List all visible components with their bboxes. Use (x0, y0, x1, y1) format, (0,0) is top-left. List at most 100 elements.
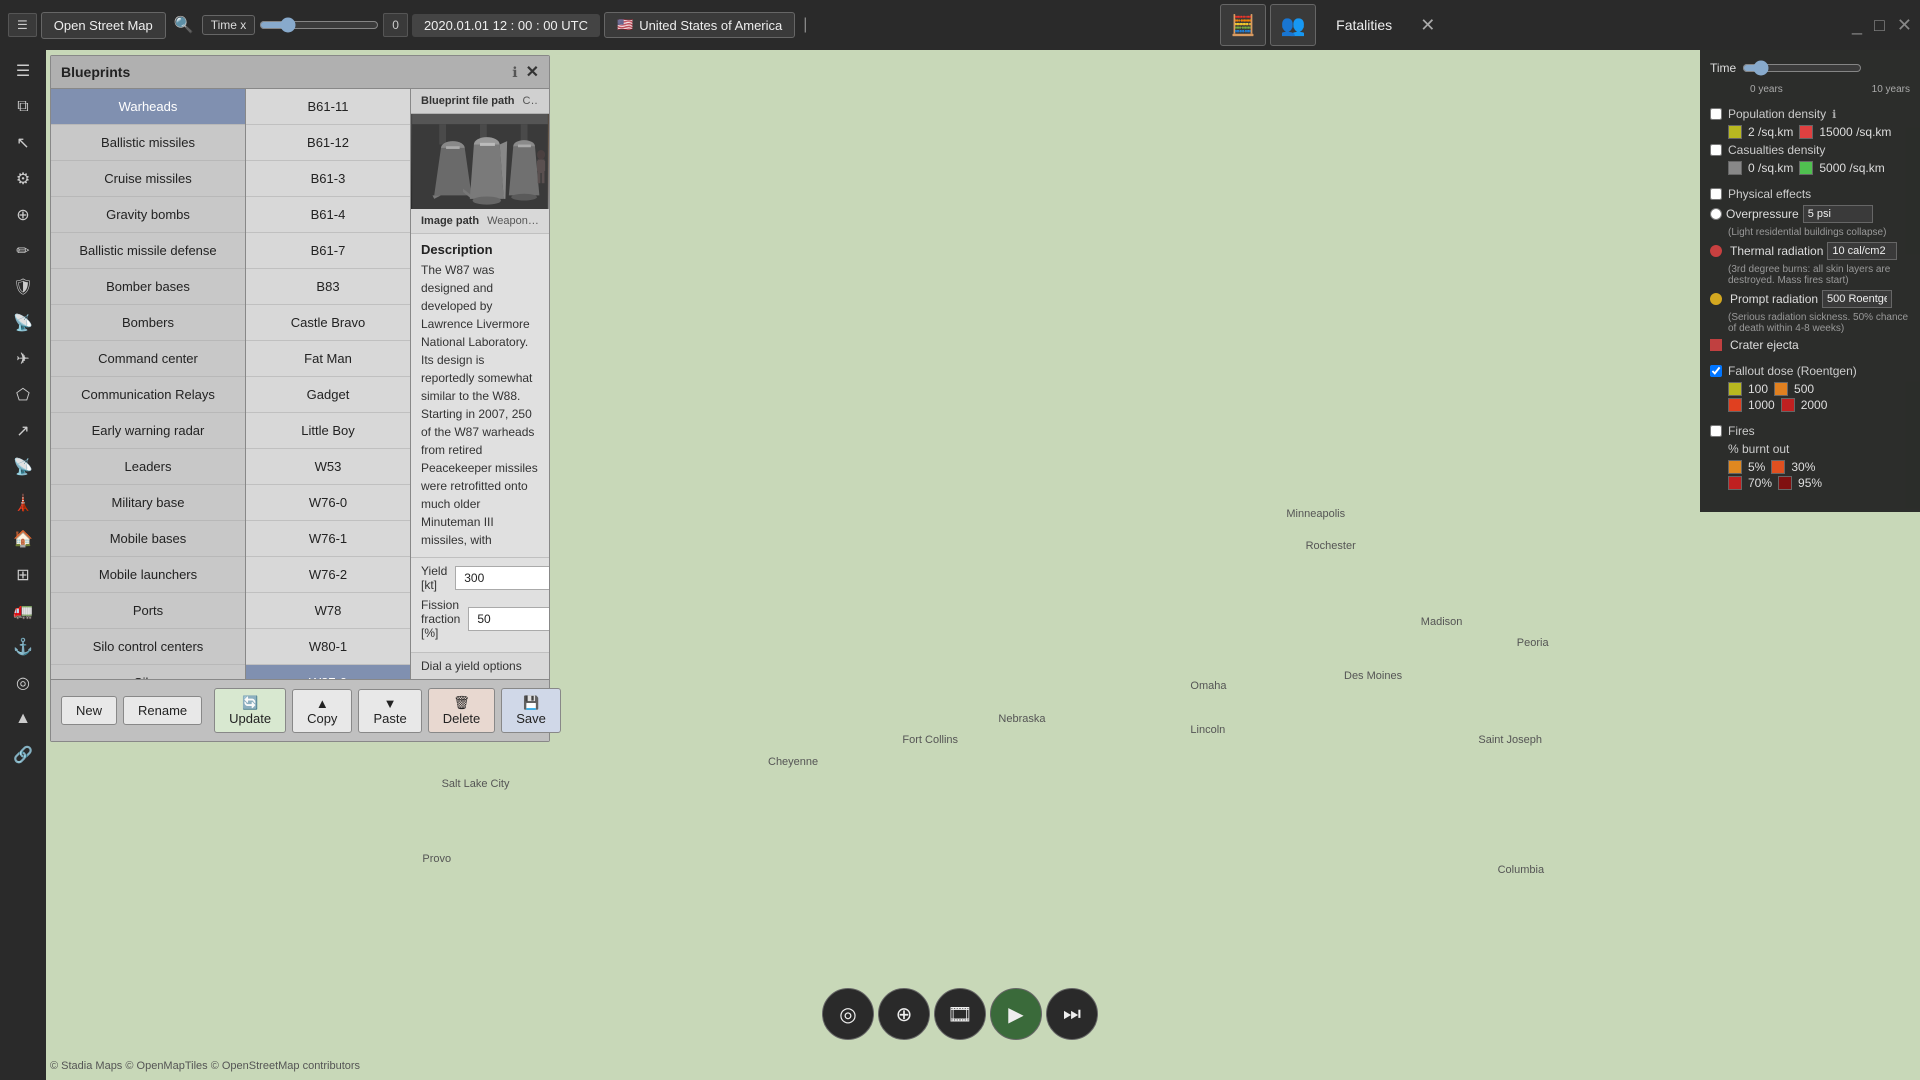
arrow-icon[interactable]: ↗ (5, 414, 41, 448)
warhead-item-15[interactable]: W80-1 (246, 629, 410, 665)
category-item-12[interactable]: Mobile bases (51, 521, 245, 557)
category-item-10[interactable]: Leaders (51, 449, 245, 485)
warhead-item-7[interactable]: Fat Man (246, 341, 410, 377)
physical-effects-checkbox[interactable] (1710, 188, 1722, 200)
warhead-item-16[interactable]: W87-0 (246, 665, 410, 679)
category-item-13[interactable]: Mobile launchers (51, 557, 245, 593)
population-info-icon[interactable]: ℹ (1832, 108, 1836, 121)
blueprint-close-button[interactable]: ✕ (526, 62, 539, 82)
category-item-8[interactable]: Communication Relays (51, 377, 245, 413)
satellite-icon[interactable]: 📡 (5, 306, 41, 340)
warhead-item-14[interactable]: W78 (246, 593, 410, 629)
cursor-icon[interactable]: ↖ (5, 126, 41, 160)
density-15000-swatch (1799, 125, 1813, 139)
tower-icon[interactable]: 🗼 (5, 486, 41, 520)
radar-icon[interactable]: 📡 (5, 450, 41, 484)
density-5000-swatch (1799, 161, 1813, 175)
settings-icon[interactable]: ⚙ (5, 162, 41, 196)
maximize-button[interactable]: □ (1874, 15, 1885, 36)
minimize-button[interactable]: _ (1852, 15, 1862, 36)
warhead-item-6[interactable]: Castle Bravo (246, 305, 410, 341)
fallout-checkbox[interactable] (1710, 365, 1722, 377)
yield-input[interactable] (455, 566, 549, 590)
close-app-button[interactable]: ✕ (1897, 15, 1912, 36)
category-item-14[interactable]: Ports (51, 593, 245, 629)
dial-yield-section[interactable]: Dial a yield options (411, 652, 549, 679)
thermal-input[interactable] (1827, 242, 1897, 260)
target-button[interactable]: ◎ (822, 988, 874, 1040)
update-button[interactable]: 🔄 Update (214, 688, 286, 733)
time-max-label: 10 years (1872, 84, 1910, 95)
network-icon[interactable]: 🔗 (5, 738, 41, 772)
blueprint-info-button[interactable]: ℹ (512, 64, 517, 81)
delete-button[interactable]: 🗑 Delete (428, 688, 496, 733)
overpressure-input[interactable] (1803, 205, 1873, 223)
crosshair-button[interactable]: ⊕ (878, 988, 930, 1040)
film-button[interactable]: 🎞 (934, 988, 986, 1040)
copy-button[interactable]: ▲ Copy (292, 689, 352, 733)
category-item-15[interactable]: Silo control centers (51, 629, 245, 665)
category-item-16[interactable]: Silos (51, 665, 245, 679)
shield-icon[interactable]: 🛡 (5, 270, 41, 304)
fission-input[interactable] (468, 607, 549, 631)
skip-button[interactable]: ⏭ (1046, 988, 1098, 1040)
warhead-item-4[interactable]: B61-7 (246, 233, 410, 269)
menu-button[interactable]: ☰ (8, 13, 37, 37)
fires-checkbox[interactable] (1710, 425, 1722, 437)
plane-icon[interactable]: ✈ (5, 342, 41, 376)
category-item-0[interactable]: Warheads (51, 89, 245, 125)
skip-icon: ⏭ (1063, 1003, 1081, 1026)
casualties-density-checkbox[interactable] (1710, 144, 1722, 156)
warhead-item-13[interactable]: W76-2 (246, 557, 410, 593)
category-item-3[interactable]: Gravity bombs (51, 197, 245, 233)
time-slider[interactable] (259, 17, 379, 33)
rename-button[interactable]: Rename (123, 696, 202, 725)
triangle-icon[interactable]: ▲ (5, 702, 41, 736)
users-icon-btn[interactable]: 👥 (1270, 4, 1316, 46)
country-selector[interactable]: 🇺🇸 United States of America (604, 12, 795, 38)
warhead-item-8[interactable]: Gadget (246, 377, 410, 413)
category-item-5[interactable]: Bomber bases (51, 269, 245, 305)
category-item-4[interactable]: Ballistic missile defense (51, 233, 245, 269)
category-item-6[interactable]: Bombers (51, 305, 245, 341)
grid-icon[interactable]: ⊞ (5, 558, 41, 592)
play-button[interactable]: ▶ (990, 988, 1042, 1040)
pentagon-icon[interactable]: ⬠ (5, 378, 41, 412)
warhead-item-0[interactable]: B61-11 (246, 89, 410, 125)
fallout-100-swatch (1728, 382, 1742, 396)
category-item-11[interactable]: Military base (51, 485, 245, 521)
category-item-1[interactable]: Ballistic missiles (51, 125, 245, 161)
new-button[interactable]: New (61, 696, 117, 725)
search-icon[interactable]: 🔍 (170, 11, 198, 39)
circle-icon[interactable]: ◎ (5, 666, 41, 700)
map-source-button[interactable]: Open Street Map (41, 12, 166, 39)
paste-button[interactable]: ▼ Paste (358, 689, 421, 733)
menu-icon[interactable]: ☰ (5, 54, 41, 88)
anchor-icon[interactable]: ⚓ (5, 630, 41, 664)
save-button[interactable]: 💾 Save (501, 688, 561, 733)
calculator-icon-btn[interactable]: 🧮 (1220, 4, 1266, 46)
category-item-9[interactable]: Early warning radar (51, 413, 245, 449)
time-range-slider[interactable] (1742, 60, 1862, 76)
target-icon[interactable]: ⊕ (5, 198, 41, 232)
population-density-checkbox[interactable] (1710, 108, 1722, 120)
close-fatalities-button[interactable]: ✕ (1412, 11, 1443, 40)
category-item-2[interactable]: Cruise missiles (51, 161, 245, 197)
overpressure-radio[interactable] (1710, 208, 1722, 220)
edit-icon[interactable]: ✏ (5, 234, 41, 268)
warhead-item-10[interactable]: W53 (246, 449, 410, 485)
truck-icon[interactable]: 🚛 (5, 594, 41, 628)
crater-row: Crater ejecta (1710, 338, 1910, 352)
prompt-input[interactable] (1822, 290, 1892, 308)
base-icon[interactable]: 🏠 (5, 522, 41, 556)
warhead-item-5[interactable]: B83 (246, 269, 410, 305)
warhead-item-11[interactable]: W76-0 (246, 485, 410, 521)
warhead-item-3[interactable]: B61-4 (246, 197, 410, 233)
update-icon: 🔄 (242, 695, 258, 710)
warhead-item-9[interactable]: Little Boy (246, 413, 410, 449)
warhead-item-2[interactable]: B61-3 (246, 161, 410, 197)
category-item-7[interactable]: Command center (51, 341, 245, 377)
layers-icon[interactable]: ⧉ (5, 90, 41, 124)
warhead-item-1[interactable]: B61-12 (246, 125, 410, 161)
warhead-item-12[interactable]: W76-1 (246, 521, 410, 557)
